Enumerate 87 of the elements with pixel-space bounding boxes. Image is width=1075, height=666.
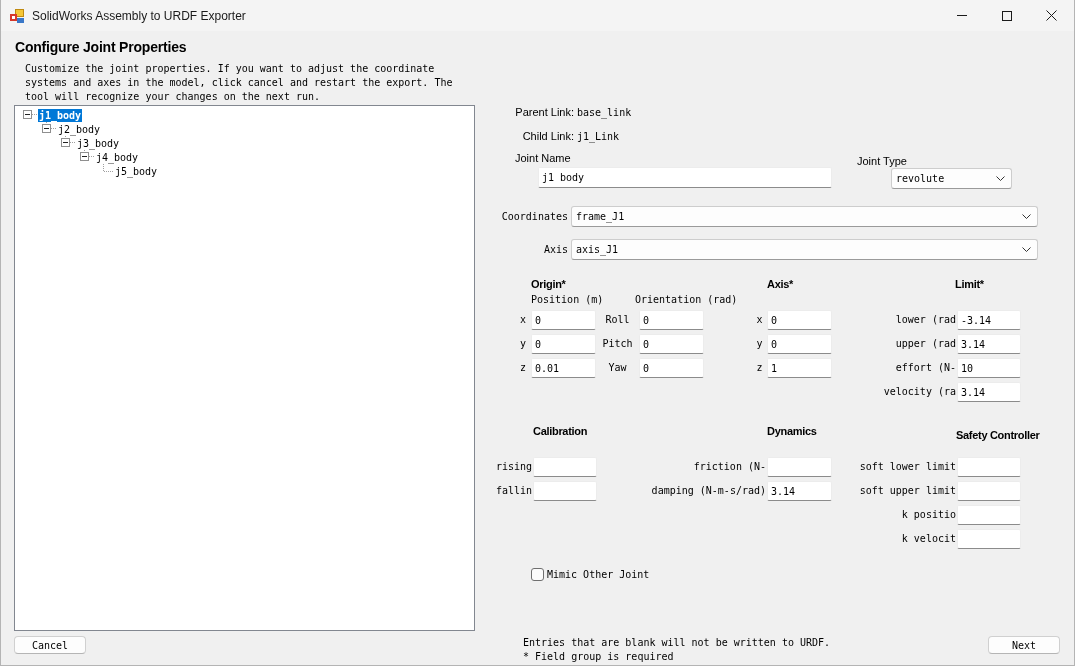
text-input[interactable]: 0 <box>639 310 704 330</box>
text-input[interactable] <box>533 457 597 477</box>
field-label: Child Link: <box>522 130 574 142</box>
section-heading: Calibration <box>533 425 588 438</box>
field-label: k velocit <box>901 532 957 546</box>
field-label: y <box>520 337 526 351</box>
field-label: Pitch <box>602 337 633 351</box>
note-text: * Field group is required <box>523 650 674 664</box>
cancel-button[interactable]: Cancel <box>14 636 86 654</box>
tree-node[interactable]: j3_body <box>76 136 121 150</box>
text-input[interactable]: 3.14 <box>957 382 1021 402</box>
tree-node[interactable]: j5_body <box>114 164 159 178</box>
tree-node[interactable]: j2_body <box>57 122 102 136</box>
field-label: velocity (ra <box>883 385 957 399</box>
field-label: x <box>756 313 763 327</box>
text-input[interactable]: 3.14 <box>957 334 1021 354</box>
field-label: damping (N-m-s/rad) <box>651 484 767 498</box>
window-title: SolidWorks Assembly to URDF Exporter <box>32 8 246 23</box>
minus-box-icon[interactable] <box>61 136 76 150</box>
text-input[interactable]: 0.01 <box>531 358 596 378</box>
chevron-down-icon <box>1022 247 1031 252</box>
field-value: j1_Link <box>577 130 620 142</box>
field-label: Yaw <box>608 361 627 375</box>
field-label: fallin <box>495 484 533 498</box>
field-label: friction (N- <box>693 460 767 474</box>
text-input[interactable]: -3.14 <box>957 310 1021 330</box>
field-label: k positio <box>901 508 957 522</box>
field-label: rising <box>495 460 533 474</box>
text-input[interactable] <box>957 481 1021 501</box>
text-input[interactable] <box>957 529 1021 549</box>
column-heading: Position (m) <box>531 293 604 306</box>
minus-box-icon[interactable] <box>80 150 95 164</box>
text-input[interactable]: 0 <box>767 334 832 354</box>
chevron-down-icon <box>1022 214 1031 219</box>
column-heading: Orientation (rad) <box>635 293 738 306</box>
field-label: Coordinates <box>501 211 568 222</box>
field-label: Joint Type <box>857 154 907 168</box>
checkbox[interactable] <box>531 568 544 581</box>
section-heading: Origin* <box>531 278 566 291</box>
checkbox-label: Mimic Other Joint <box>547 569 650 580</box>
text-input[interactable] <box>957 505 1021 525</box>
dropdown-select[interactable]: frame_J1 <box>571 206 1038 227</box>
field-value: base_link <box>577 106 632 118</box>
text-input[interactable] <box>957 457 1021 477</box>
page-heading: Configure Joint Properties <box>15 39 187 56</box>
field-label: lower (rad <box>895 313 957 327</box>
text-input[interactable]: 0 <box>531 334 596 354</box>
text-input[interactable]: 0 <box>767 310 832 330</box>
field-label: z <box>756 361 763 375</box>
text-input[interactable]: 0 <box>639 358 704 378</box>
text-input[interactable] <box>767 457 832 477</box>
text-input[interactable]: 10 <box>957 358 1021 378</box>
next-button[interactable]: Next <box>988 636 1060 654</box>
minimize-icon <box>956 15 967 16</box>
field-label: Parent Link: <box>515 106 574 118</box>
minus-box-icon[interactable] <box>42 122 57 136</box>
section-heading: Dynamics <box>767 425 817 438</box>
field-label: y <box>756 337 763 351</box>
field-label: upper (rad <box>895 337 957 351</box>
description-text: Customize the joint properties. If you want to adjust the coordinate systems and axes in the model, click cancel and restart the export. The tool will recognize your changes on the next run. <box>25 62 454 104</box>
field-label: z <box>520 361 526 375</box>
maximize-icon <box>1001 10 1012 21</box>
field-label: soft upper limit <box>859 484 957 498</box>
dropdown-select[interactable]: revolute <box>891 168 1012 189</box>
field-label: soft lower limit <box>859 460 957 474</box>
close-icon <box>1046 10 1057 21</box>
text-input[interactable] <box>533 481 597 501</box>
field-label: x <box>520 313 526 327</box>
chevron-down-icon <box>996 176 1005 181</box>
field-label: Axis <box>543 244 568 255</box>
dropdown-select[interactable]: axis_J1 <box>571 239 1038 260</box>
text-input[interactable]: 0 <box>531 310 596 330</box>
section-heading: Safety Controller <box>956 429 1040 442</box>
text-input[interactable]: 0 <box>639 334 704 354</box>
text-input[interactable]: 1 <box>767 358 832 378</box>
section-heading: Limit* <box>955 278 984 291</box>
text-input[interactable]: j1_body <box>538 167 832 188</box>
app-icon <box>10 8 24 23</box>
note-text: Entries that are blank will not be written to URDF. <box>523 636 831 650</box>
minus-box-icon[interactable] <box>23 108 38 122</box>
field-label: Roll <box>605 313 630 327</box>
field-label: effort (N- <box>895 361 957 375</box>
field-label: Joint Name <box>515 151 571 165</box>
text-input[interactable]: 3.14 <box>767 481 832 501</box>
tree-node[interactable]: j1_body <box>38 108 83 122</box>
section-heading: Axis* <box>767 278 794 291</box>
tree-node[interactable]: j4_body <box>95 150 140 164</box>
